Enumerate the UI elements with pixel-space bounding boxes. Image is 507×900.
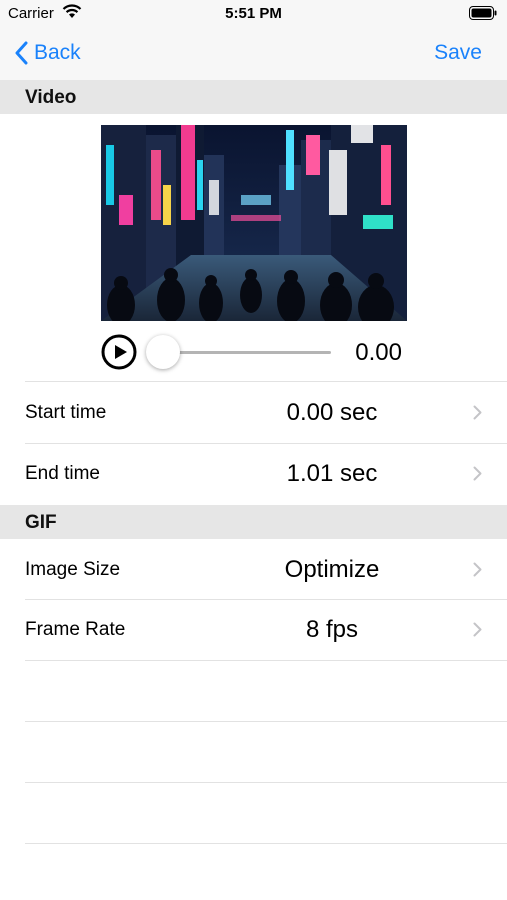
video-thumbnail — [101, 125, 407, 321]
chevron-right-icon — [473, 622, 482, 642]
playback-slider-thumb[interactable] — [146, 335, 180, 369]
end-time-label: End time — [25, 463, 100, 484]
back-button[interactable]: Back — [14, 38, 81, 68]
end-time-row[interactable]: End time 1.01 sec — [0, 444, 507, 504]
clock: 5:51 PM — [225, 5, 282, 22]
separator — [25, 660, 507, 661]
frame-rate-value: 8 fps — [305, 616, 359, 643]
chevron-right-icon — [473, 405, 482, 425]
frame-rate-label: Frame Rate — [25, 619, 126, 640]
separator — [25, 782, 507, 783]
chevron-left-icon — [15, 41, 28, 65]
section-header-video: Video — [0, 80, 507, 114]
back-button-label: Back — [34, 41, 81, 64]
navigation-bar: Back Save — [0, 28, 507, 81]
image-size-value: Optimize — [284, 556, 380, 583]
chevron-right-icon — [473, 562, 482, 582]
start-time-row[interactable]: Start time 0.00 sec — [0, 383, 507, 443]
chevron-right-icon — [473, 466, 482, 486]
section-title-video: Video — [25, 87, 77, 108]
start-time-value: 0.00 sec — [286, 399, 378, 426]
battery-icon — [469, 6, 497, 25]
separator — [25, 381, 507, 382]
end-time-value: 1.01 sec — [286, 460, 378, 487]
save-button[interactable]: Save — [434, 38, 482, 68]
image-size-label: Image Size — [25, 559, 121, 580]
separator — [25, 721, 507, 722]
play-button[interactable] — [101, 334, 137, 370]
frame-rate-row[interactable]: Frame Rate 8 fps — [0, 600, 507, 660]
play-icon — [101, 334, 137, 370]
status-bar: Carrier 5:51 PM — [0, 0, 507, 28]
playback-slider-track[interactable] — [163, 351, 331, 354]
separator — [25, 843, 507, 844]
section-title-gif: GIF — [25, 512, 57, 533]
image-size-row[interactable]: Image Size Optimize — [0, 540, 507, 600]
start-time-label: Start time — [25, 402, 107, 423]
section-header-gif: GIF — [0, 505, 507, 539]
playback-time: 0.00 — [355, 339, 402, 366]
